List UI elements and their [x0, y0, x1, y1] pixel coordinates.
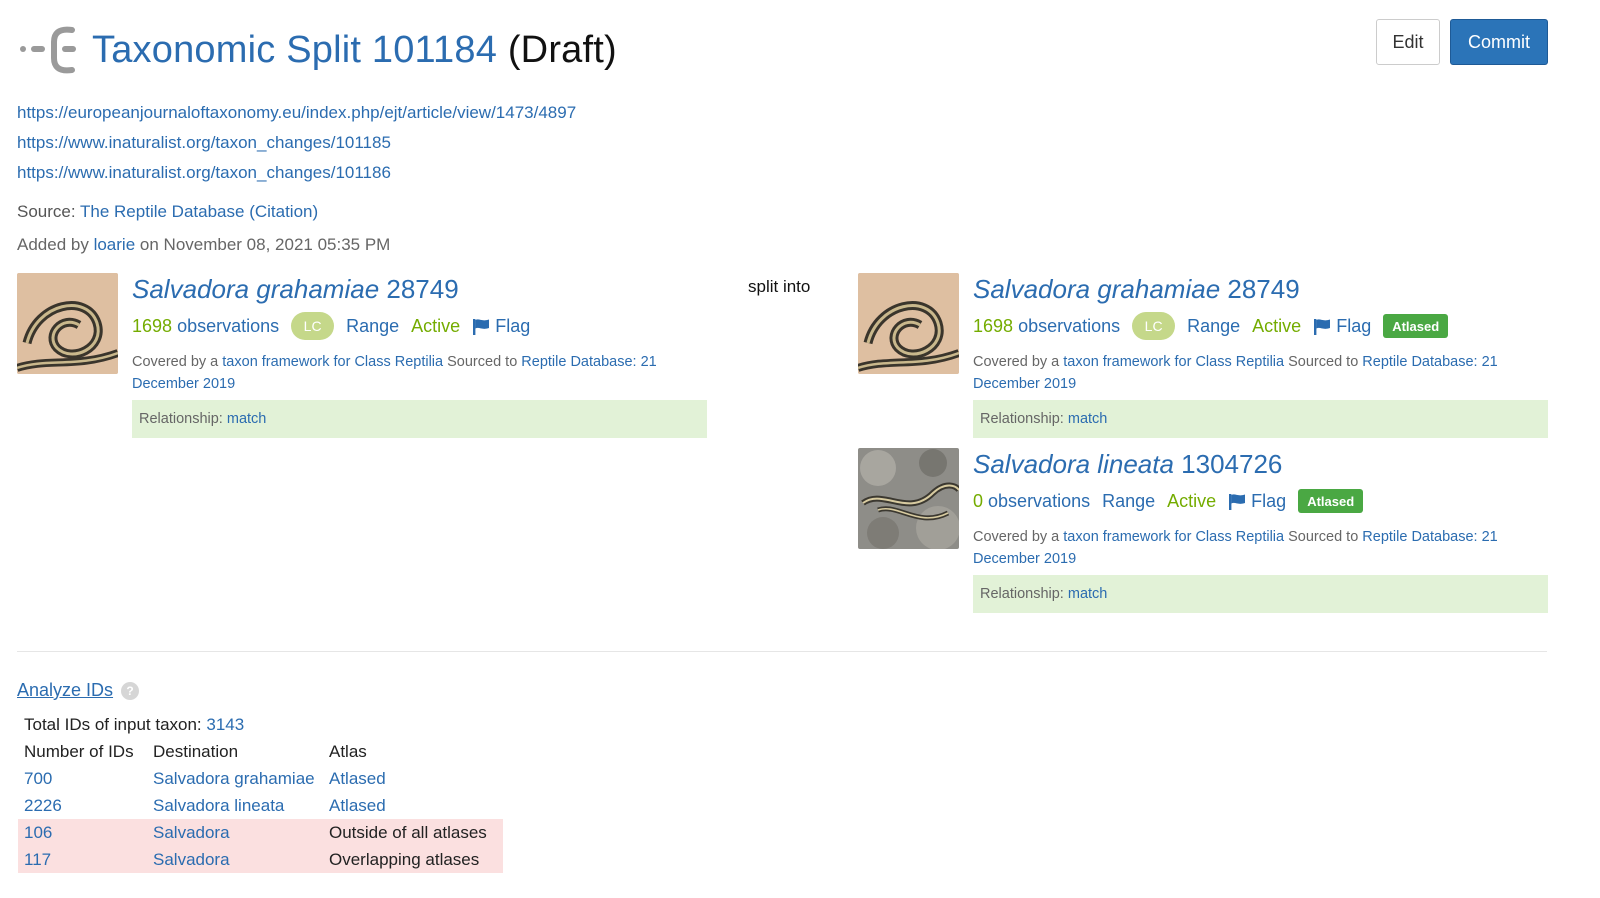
snake-photo-image [858, 273, 959, 374]
active-status: Active [411, 315, 461, 336]
action-buttons: Edit Commit [1376, 19, 1548, 65]
added-date: on November 08, 2021 05:35 PM [139, 235, 391, 254]
total-ids-link[interactable]: 3143 [206, 715, 244, 734]
active-status: Active [1252, 315, 1302, 336]
range-link[interactable]: Range [1187, 316, 1240, 337]
added-by-line: Added by loarie on November 08, 2021 05:… [17, 235, 390, 255]
flag-icon [1229, 493, 1246, 510]
flag-link[interactable]: Flag [472, 316, 530, 337]
section-divider [17, 651, 1547, 652]
reference-link-2[interactable]: https://www.inaturalist.org/taxon_change… [17, 128, 576, 158]
atlas-link[interactable]: Atlased [323, 765, 503, 792]
analyze-ids-link[interactable]: Analyze IDs [17, 680, 113, 701]
source-link[interactable]: The Reptile Database [80, 202, 244, 221]
framework-link[interactable]: taxon framework for Class Reptilia [1063, 354, 1284, 370]
destination-link[interactable]: Salvadora lineata [147, 792, 323, 819]
taxon-name-link[interactable]: Salvadora lineata 1304726 [973, 449, 1282, 479]
page-title: Taxonomic Split 101184 (Draft) [92, 29, 617, 72]
reference-links: https://europeanjournaloftaxonomy.eu/ind… [17, 98, 576, 188]
destination-link[interactable]: Salvadora [147, 846, 323, 873]
taxon-stats: 0 observations Range Active Flag Atlased [973, 486, 1548, 516]
taxon-change-split-icon [20, 26, 76, 74]
column-header: Destination [153, 741, 239, 761]
source-label: Source: [17, 202, 76, 221]
flag-link[interactable]: Flag [1313, 316, 1371, 337]
id-analysis-table: Number of IDs Destination Atlas 700 Salv… [18, 738, 503, 873]
analyze-ids-header: Analyze IDs ? [17, 680, 140, 701]
relationship-link[interactable]: match [227, 411, 267, 427]
observations-link[interactable]: 1698 observations [132, 316, 279, 337]
atlas-link[interactable]: Atlased [323, 792, 503, 819]
observations-link[interactable]: 0 observations [973, 491, 1090, 512]
relationship-box: Relationship: match [973, 400, 1548, 438]
framework-coverage: Covered by a taxon framework for Class R… [973, 529, 1498, 567]
taxon-photo[interactable] [17, 273, 118, 374]
id-count-link[interactable]: 106 [18, 819, 147, 846]
citation-link[interactable]: (Citation) [249, 202, 318, 221]
added-user-link[interactable]: loarie [94, 235, 136, 254]
taxon-photo[interactable] [858, 448, 959, 549]
question-circle-icon[interactable]: ? [121, 681, 140, 700]
atlased-badge[interactable]: Atlased [1298, 489, 1364, 513]
conservation-status-badge: LC [1132, 312, 1176, 340]
column-header: Atlas [329, 741, 367, 761]
commit-button[interactable]: Commit [1450, 19, 1548, 65]
flag-icon [1314, 318, 1331, 335]
relationship-link[interactable]: match [1068, 411, 1108, 427]
framework-coverage: Covered by a taxon framework for Class R… [973, 354, 1498, 392]
edit-button[interactable]: Edit [1376, 19, 1440, 65]
atlas-status: Overlapping atlases [323, 846, 503, 873]
flag-icon [473, 318, 490, 335]
flag-link[interactable]: Flag [1228, 491, 1286, 512]
total-ids-line: Total IDs of input taxon: 3143 [24, 715, 245, 734]
relationship-box: Relationship: match [973, 575, 1548, 613]
table-row: 2226 Salvadora lineata Atlased [18, 792, 503, 819]
source-line: Source: The Reptile Database (Citation) [17, 202, 318, 222]
taxon-details: Salvadora grahamiae 28749 1698 observati… [973, 273, 1548, 438]
reference-link-1[interactable]: https://europeanjournaloftaxonomy.eu/ind… [17, 98, 576, 128]
relationship-box: Relationship: match [132, 400, 707, 438]
split-into-label: split into [748, 277, 811, 296]
id-count-link[interactable]: 2226 [18, 792, 147, 819]
table-header-row: Number of IDs Destination Atlas [18, 738, 503, 765]
added-prefix: Added by [17, 235, 89, 254]
range-link[interactable]: Range [1102, 491, 1155, 512]
page-header: Taxonomic Split 101184 (Draft) [18, 22, 617, 78]
taxon-change-title-link[interactable]: Taxonomic Split 101184 [92, 29, 497, 71]
table-row: 700 Salvadora grahamiae Atlased [18, 765, 503, 792]
id-count-link[interactable]: 700 [18, 765, 147, 792]
framework-link[interactable]: taxon framework for Class Reptilia [1063, 529, 1284, 545]
taxon-photo[interactable] [858, 273, 959, 374]
table-row-warning: 106 Salvadora Outside of all atlases [18, 819, 503, 846]
taxon-stats: 1698 observations LC Range Active Flag [132, 311, 707, 341]
conservation-status-badge: LC [291, 312, 335, 340]
taxon-details: Salvadora grahamiae 28749 1698 observati… [132, 273, 707, 438]
observations-link[interactable]: 1698 observations [973, 316, 1120, 337]
taxon-details: Salvadora lineata 1304726 0 observations… [973, 448, 1548, 613]
taxon-name-link[interactable]: Salvadora grahamiae 28749 [132, 274, 459, 304]
relationship-link[interactable]: match [1068, 586, 1108, 602]
destination-link[interactable]: Salvadora [147, 819, 323, 846]
taxon-stats: 1698 observations LC Range Active Flag A… [973, 311, 1548, 341]
range-link[interactable]: Range [346, 316, 399, 337]
id-count-link[interactable]: 117 [18, 846, 147, 873]
atlas-status: Outside of all atlases [323, 819, 503, 846]
taxon-name-link[interactable]: Salvadora grahamiae 28749 [973, 274, 1300, 304]
framework-coverage: Covered by a taxon framework for Class R… [132, 354, 657, 392]
destination-link[interactable]: Salvadora grahamiae [147, 765, 323, 792]
active-status: Active [1167, 490, 1217, 511]
column-header: Number of IDs [24, 741, 134, 761]
snake-photo-image [17, 273, 118, 374]
draft-status: (Draft) [507, 28, 617, 71]
reference-link-3[interactable]: https://www.inaturalist.org/taxon_change… [17, 158, 576, 188]
atlased-badge[interactable]: Atlased [1383, 314, 1449, 338]
snake-photo-image [858, 448, 959, 549]
table-row-warning: 117 Salvadora Overlapping atlases [18, 846, 503, 873]
framework-link[interactable]: taxon framework for Class Reptilia [222, 354, 443, 370]
